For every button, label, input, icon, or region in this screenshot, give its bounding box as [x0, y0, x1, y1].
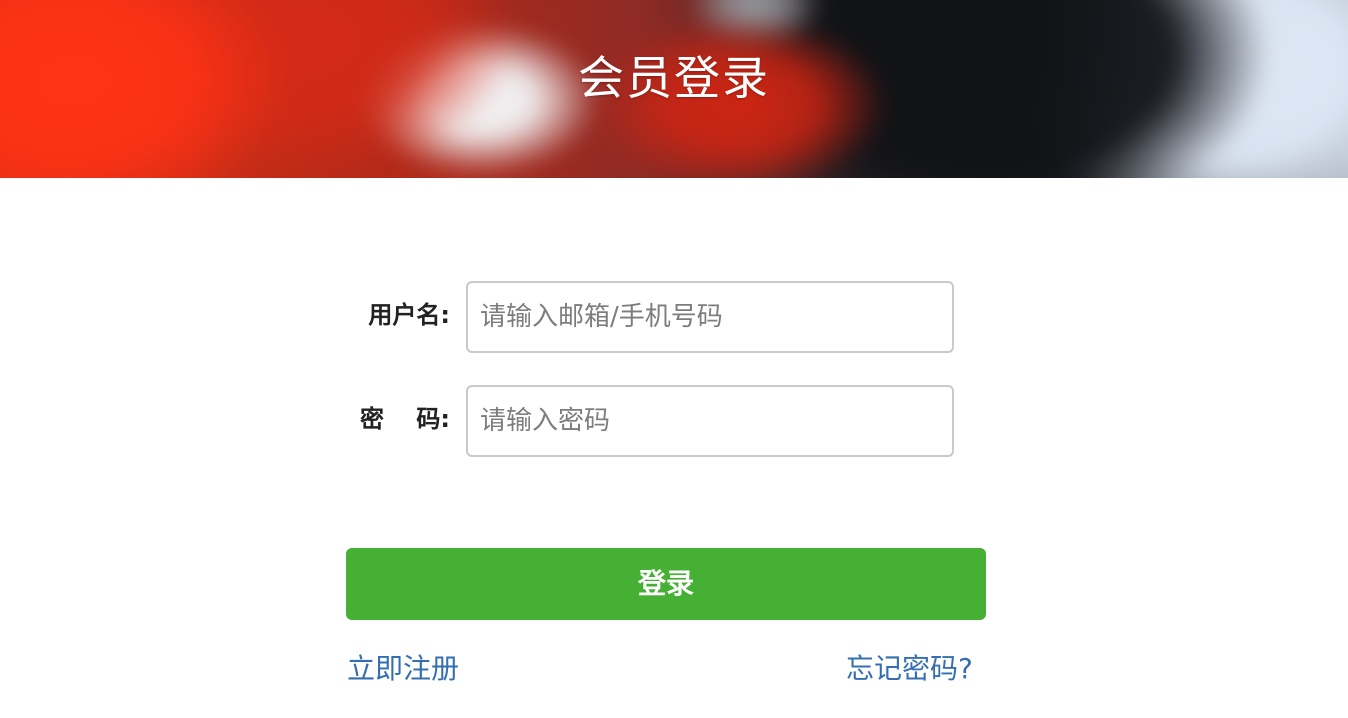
forgot-password-link[interactable]: 忘记密码?	[846, 655, 973, 683]
password-label: 密 码:	[360, 405, 450, 433]
register-link[interactable]: 立即注册	[347, 655, 459, 683]
login-form: 用户名: 密 码: 登录 立即注册 忘记密码?	[0, 0, 1348, 718]
page-title: 会员登录	[578, 51, 770, 105]
username-label: 用户名:	[368, 301, 450, 329]
password-input[interactable]	[466, 385, 954, 457]
login-button[interactable]: 登录	[346, 548, 986, 620]
username-input[interactable]	[466, 281, 954, 353]
